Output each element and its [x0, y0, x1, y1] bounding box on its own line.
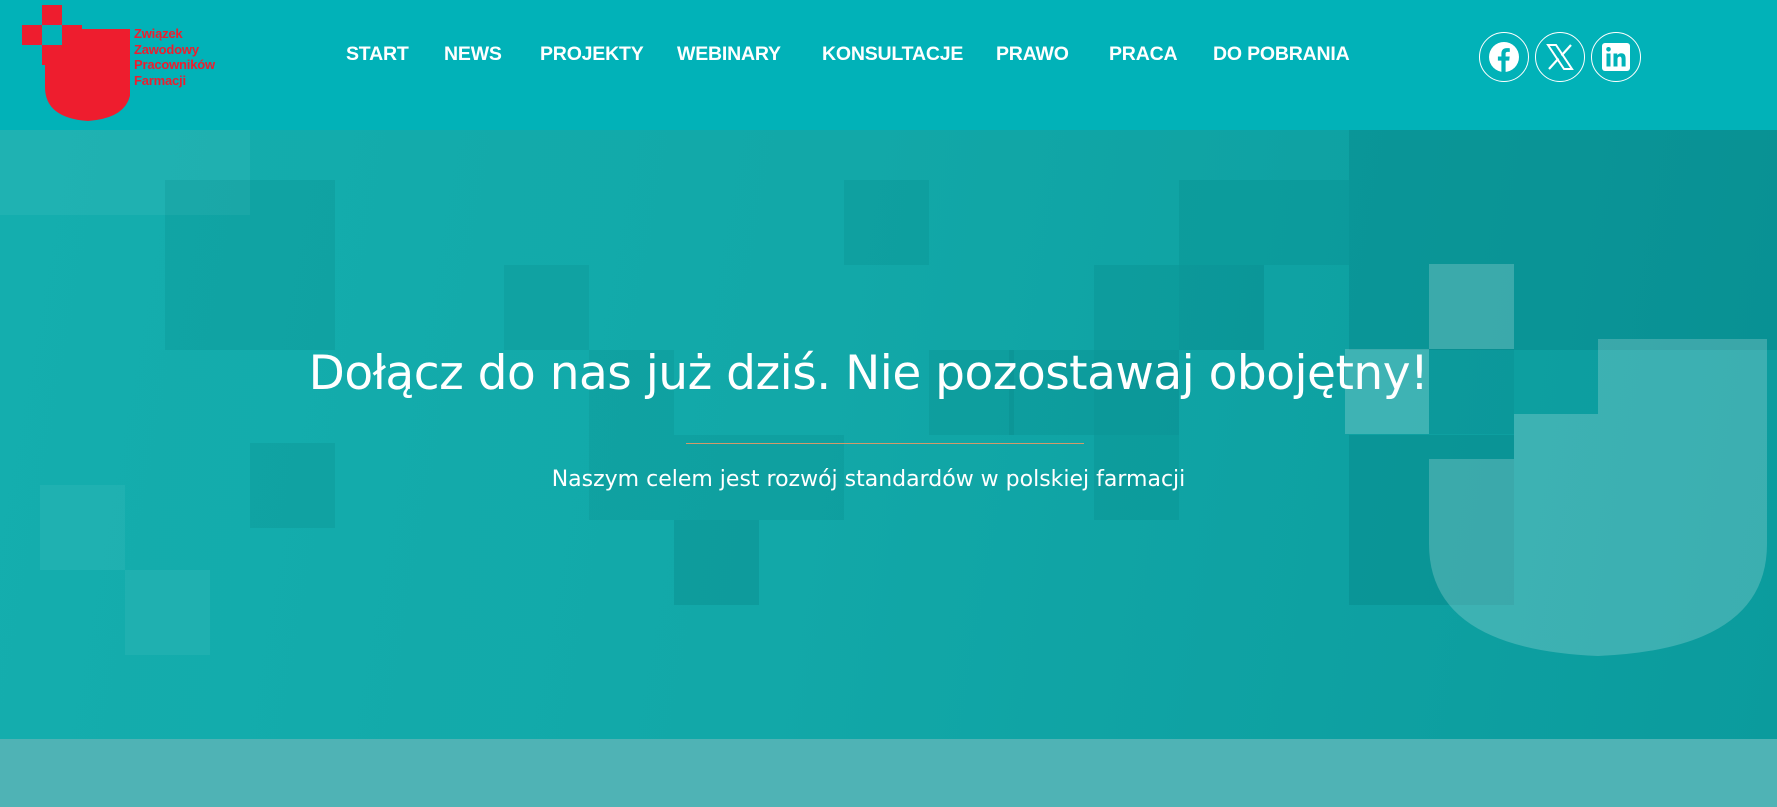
nav-item-konsultacje[interactable]: KONSULTACJE	[822, 43, 963, 66]
nav-item-webinary[interactable]: WEBINARY	[677, 43, 781, 66]
hero-bg-square	[1094, 265, 1179, 350]
site-header: Związek Zawodowy Pracowników Farmacji ST…	[0, 0, 1777, 130]
hero-bg-square	[40, 485, 125, 570]
x-icon	[1546, 44, 1574, 70]
nav-item-projekty[interactable]: PROJEKTY	[540, 43, 644, 66]
hero-section: Dołącz do nas już dziś. Nie pozostawaj o…	[0, 130, 1777, 739]
linkedin-link[interactable]	[1591, 32, 1641, 82]
next-section-band	[0, 739, 1777, 807]
nav-item-praca[interactable]: PRACA	[1109, 43, 1178, 66]
hero-bg-square	[1179, 180, 1264, 265]
hero-bg-square	[504, 265, 589, 350]
x-link[interactable]	[1535, 32, 1585, 82]
hero-divider	[686, 443, 1084, 444]
hero-bg-square	[125, 570, 210, 655]
nav-item-news[interactable]: NEWS	[444, 43, 502, 66]
nav-item-start[interactable]: START	[346, 43, 409, 66]
facebook-link[interactable]	[1479, 32, 1529, 82]
hero-bg-square	[250, 265, 335, 350]
linkedin-icon	[1602, 43, 1630, 71]
nav-item-prawo[interactable]: PRAWO	[996, 43, 1069, 66]
nav-item-do-pobrania[interactable]: DO POBRANIA	[1213, 43, 1350, 66]
hero-bg-square	[165, 180, 250, 265]
hero-bg-square	[165, 265, 250, 350]
hero-bg-square	[1179, 265, 1264, 350]
shield-watermark-icon	[1345, 264, 1767, 656]
hero-bg-square	[844, 180, 929, 265]
hero-bg-square	[674, 520, 759, 605]
hero-title: Dołącz do nas już dziś. Nie pozostawaj o…	[308, 346, 1429, 401]
hero-bg-square	[250, 180, 335, 265]
hero-bg-square	[1264, 180, 1349, 265]
hero-subtitle: Naszym celem jest rozwój standardów w po…	[551, 467, 1186, 492]
facebook-icon	[1489, 42, 1519, 72]
